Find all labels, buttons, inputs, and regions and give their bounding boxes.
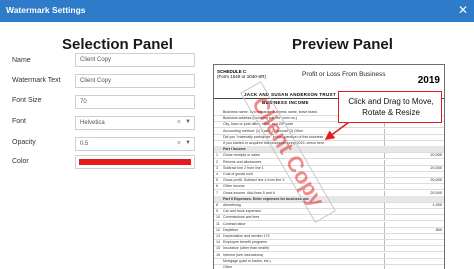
font-size-field[interactable]: 70 <box>75 95 195 109</box>
chevron-down-icon[interactable]: ▼ <box>185 140 191 146</box>
row-number: 3 <box>216 165 218 170</box>
row-number: 8 <box>216 203 218 207</box>
row-number: 1 <box>216 153 218 158</box>
name-label: Name <box>12 57 31 64</box>
row-text: Returns and allowances <box>223 159 262 164</box>
font-label: Font <box>12 118 27 125</box>
font-size-field-value: 70 <box>80 99 87 105</box>
color-label: Color <box>12 158 29 165</box>
row-text: Depreciation and section 179 <box>223 234 270 238</box>
row-value: 20,000 <box>430 153 442 158</box>
preview-panel-heading: Preview Panel <box>292 36 393 53</box>
watermark-text-field[interactable]: Client Copy <box>75 74 195 88</box>
row-text: Cost of goods sold <box>223 172 253 176</box>
row-text: Car and truck expenses <box>223 209 261 214</box>
row-text: Other income <box>223 184 245 189</box>
hint-line-1: Click and Drag to Move, <box>348 97 434 106</box>
row-number: 13 <box>216 234 220 238</box>
schedule-label: SCHEDULE C (Form 1040 or 1040-SR) <box>217 69 266 79</box>
opacity-select[interactable]: 0.5 × ▼ <box>75 137 195 151</box>
table-row: Other <box>214 264 444 269</box>
font-size-label: Font Size <box>12 97 42 104</box>
row-number: 7 <box>216 190 218 195</box>
clear-icon[interactable]: × <box>177 119 181 126</box>
color-swatch <box>79 159 191 165</box>
close-icon[interactable]: ✕ <box>458 3 468 17</box>
row-text: Gross income. Add lines 5 and 6 <box>223 190 275 195</box>
row-text: Advertising <box>223 203 241 207</box>
row-text: Interest (see instructions) <box>223 252 264 257</box>
row-text: Mortgage (paid to banks, etc.) <box>223 258 271 263</box>
row-text: Part I Income <box>223 147 246 152</box>
watermark-text-label: Watermark Text <box>12 77 61 84</box>
row-text: Part II Expenses. Enter expenses for bus… <box>223 196 309 201</box>
row-number: 11 <box>216 221 220 226</box>
opacity-label: Opacity <box>12 139 36 146</box>
row-number: 14 <box>216 240 220 245</box>
name-field[interactable]: Client Copy <box>75 53 195 67</box>
font-select[interactable]: Helvetica × ▼ <box>75 116 195 130</box>
row-text: Commissions and fees <box>223 215 260 220</box>
watermark-text-field-value: Client Copy <box>80 78 112 84</box>
row-number: 9 <box>216 209 218 214</box>
row-text: Depletion <box>223 227 239 232</box>
font-select-value: Helvetica <box>80 120 105 126</box>
row-text: Other <box>223 265 232 269</box>
row-value: 1,000 <box>432 203 442 207</box>
row-number: 15 <box>216 246 220 251</box>
row-value: 20,000 <box>430 190 442 195</box>
row-value: 20,000 <box>430 165 442 170</box>
hint-line-2: Rotate & Resize <box>362 108 420 117</box>
document-title: Profit or Loss From Business <box>302 71 386 78</box>
opacity-select-value: 0.5 <box>80 141 89 147</box>
name-field-value: Client Copy <box>80 57 112 63</box>
row-number: 2 <box>216 159 218 164</box>
window-title: Watermark Settings <box>6 5 86 15</box>
row-value: 20,000 <box>430 178 442 183</box>
row-number: 16 <box>216 252 220 257</box>
document-year: 2019 <box>417 75 440 86</box>
row-number: 6 <box>216 184 218 189</box>
row-amount-box <box>384 265 444 269</box>
row-text: Insurance (other than health) <box>223 246 270 251</box>
schedule-form: (Form 1040 or 1040-SR) <box>217 74 267 79</box>
row-text: Contract labor <box>223 221 246 226</box>
clear-icon[interactable]: × <box>177 140 181 147</box>
row-text: Gross receipts or sales <box>223 153 260 158</box>
row-text: Employee benefit programs <box>223 240 267 245</box>
hint-callout: Click and Drag to Move, Rotate & Resize <box>338 91 442 123</box>
row-number: 5 <box>216 178 218 183</box>
window-titlebar: Watermark Settings ✕ <box>0 0 474 22</box>
row-number: 10 <box>216 215 220 220</box>
row-number: 4 <box>216 172 218 176</box>
row-text: Gross profit. Subtract line 4 from line … <box>223 178 285 183</box>
color-picker[interactable] <box>75 155 195 169</box>
selection-panel-heading: Selection Panel <box>62 36 173 53</box>
chevron-down-icon[interactable]: ▼ <box>185 119 191 125</box>
row-number: 12 <box>216 227 220 232</box>
row-text: Subtract line 2 from line 1 <box>223 165 264 170</box>
row-value: 800 <box>435 227 442 232</box>
